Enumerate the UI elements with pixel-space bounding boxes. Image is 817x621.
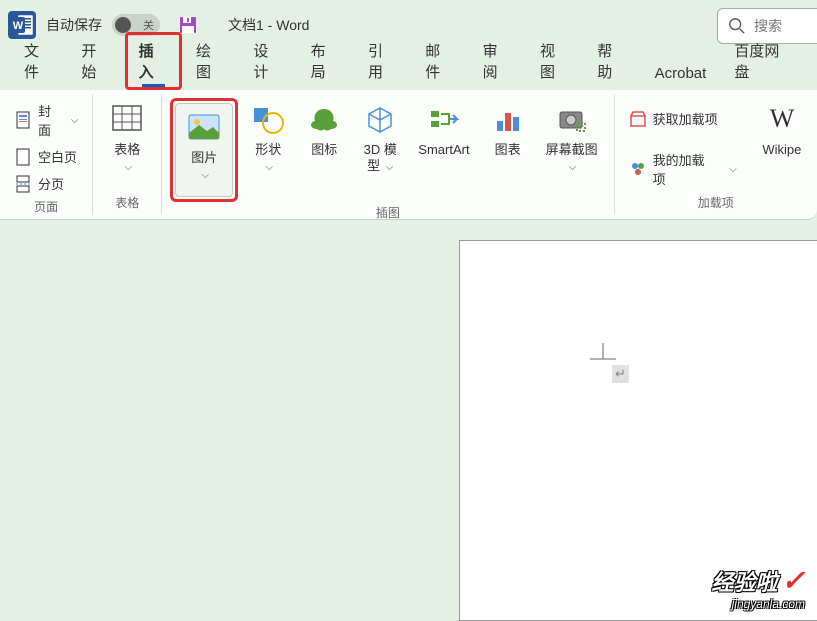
paragraph-mark: ↵ <box>612 365 629 383</box>
pictures-label: 图片 <box>191 150 217 165</box>
get-addins-label: 获取加载项 <box>653 109 718 128</box>
tab-mailings[interactable]: 邮件 <box>411 32 468 90</box>
tab-insert[interactable]: 插入 <box>125 32 182 90</box>
smartart-button[interactable]: SmartArt <box>410 98 477 162</box>
tab-baidu[interactable]: 百度网盘 <box>720 32 807 90</box>
blank-page-label: 空白页 <box>38 147 77 166</box>
page-break-label: 分页 <box>38 174 64 193</box>
tab-view[interactable]: 视图 <box>526 32 583 90</box>
screenshot-button[interactable]: + 屏幕截图 ⌵ <box>538 98 606 178</box>
group-tables: 表格 ⌵ 表格 <box>93 94 162 215</box>
my-addins-label: 我的加载项 <box>653 150 716 188</box>
smartart-label: SmartArt <box>418 142 469 157</box>
tab-design[interactable]: 设计 <box>239 32 296 90</box>
ribbon-tabs: 文件 开始 插入 绘图 设计 布局 引用 邮件 审阅 视图 帮助 Acrobat… <box>0 50 817 90</box>
page-break-button[interactable]: 分页 <box>8 171 84 196</box>
chevron-down-icon: ⌵ <box>124 162 132 173</box>
chevron-down-icon: ⌵ <box>386 162 394 173</box>
cover-page-label: 封面 <box>38 101 63 139</box>
chevron-down-icon: ⌵ <box>201 170 209 181</box>
watermark-text: 经验啦 <box>712 565 778 597</box>
page-break-icon <box>14 175 32 193</box>
toggle-state-label: 关 <box>143 17 154 33</box>
table-label: 表格 <box>114 142 140 157</box>
cover-page-button[interactable]: 封面 ⌵ <box>8 98 84 142</box>
group-illustrations-label: 插图 <box>376 204 400 221</box>
group-tables-label: 表格 <box>115 194 139 211</box>
tab-references[interactable]: 引用 <box>354 32 411 90</box>
icons-icon <box>306 102 342 138</box>
chart-icon <box>490 102 526 138</box>
shapes-icon <box>250 102 286 138</box>
wikipedia-icon: W <box>764 102 800 138</box>
cover-page-icon <box>14 111 32 129</box>
icons-label: 图标 <box>311 142 337 157</box>
wikipedia-label: Wikipe <box>762 142 801 157</box>
table-icon <box>109 102 145 138</box>
pictures-icon <box>186 110 222 146</box>
watermark-url: jingyanla.com <box>712 597 805 611</box>
group-addins: 获取加载项 我的加载项 ⌵ W Wikipe 加载项 <box>615 94 817 215</box>
tab-home[interactable]: 开始 <box>67 32 124 90</box>
3dmodels-button[interactable]: 3D 模 型 ⌵ <box>354 98 406 178</box>
blank-page-icon <box>14 148 32 166</box>
chevron-down-icon: ⌵ <box>729 164 737 175</box>
shapes-button[interactable]: 形状 ⌵ <box>242 98 294 178</box>
pictures-highlight: 图片 ⌵ <box>170 98 238 202</box>
group-addins-label: 加载项 <box>698 194 734 211</box>
tab-file[interactable]: 文件 <box>10 32 67 90</box>
shapes-label: 形状 <box>255 142 281 157</box>
store-icon <box>629 110 647 128</box>
chart-button[interactable]: 图表 <box>482 98 534 162</box>
group-illustrations: 图片 ⌵ 形状 ⌵ 图标 3D 模 型 ⌵ SmartArt 图表 <box>162 94 614 215</box>
toggle-knob <box>115 17 131 33</box>
group-pages: 封面 ⌵ 空白页 分页 页面 <box>0 94 93 215</box>
table-button[interactable]: 表格 ⌵ <box>101 98 153 178</box>
screenshot-icon: + <box>554 102 590 138</box>
blank-page-button[interactable]: 空白页 <box>8 144 84 169</box>
wikipedia-button[interactable]: W Wikipe <box>755 98 809 162</box>
tab-help[interactable]: 帮助 <box>583 32 640 90</box>
get-addins-button[interactable]: 获取加载项 <box>623 106 743 131</box>
svg-text:W: W <box>770 105 795 133</box>
group-pages-label: 页面 <box>34 198 58 215</box>
smartart-icon <box>426 102 462 138</box>
chevron-down-icon: ⌵ <box>71 115 79 126</box>
screenshot-label: 屏幕截图 <box>546 142 598 157</box>
my-addins-button[interactable]: 我的加载项 ⌵ <box>623 147 743 191</box>
tab-acrobat[interactable]: Acrobat <box>641 57 721 90</box>
3dmodels-icon <box>362 102 398 138</box>
tab-draw[interactable]: 绘图 <box>182 32 239 90</box>
ribbon: 封面 ⌵ 空白页 分页 页面 表格 ⌵ 表格 <box>0 90 817 220</box>
tab-review[interactable]: 审阅 <box>469 32 526 90</box>
checkmark-icon: ✓ <box>782 564 805 597</box>
chevron-down-icon: ⌵ <box>569 162 577 173</box>
tab-layout[interactable]: 布局 <box>297 32 354 90</box>
icons-button[interactable]: 图标 <box>298 98 350 162</box>
addins-icon <box>629 160 647 178</box>
chevron-down-icon: ⌵ <box>265 162 273 173</box>
watermark: 经验啦✓ jingyanla.com <box>712 564 805 611</box>
svg-text:+: + <box>578 122 584 133</box>
pictures-button[interactable]: 图片 ⌵ <box>175 103 233 197</box>
chart-label: 图表 <box>495 142 521 157</box>
svg-text:W: W <box>13 20 24 32</box>
